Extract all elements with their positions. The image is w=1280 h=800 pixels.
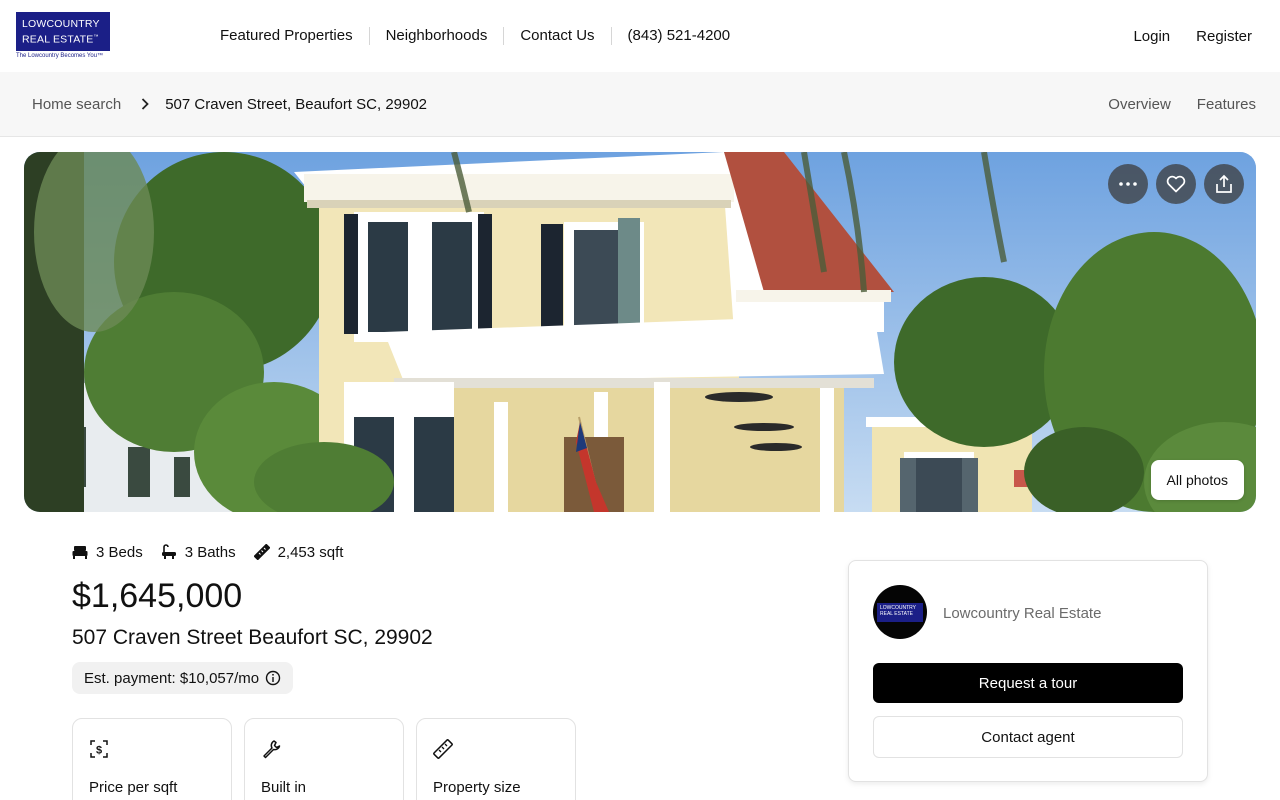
all-photos-button[interactable]: All photos (1150, 460, 1244, 500)
wrench-icon (263, 740, 281, 759)
logo-mark: LOWCOUNTRY REAL ESTATE™ (16, 12, 110, 51)
key-facts: 3 Beds 3 Baths 2,453 sqft (72, 540, 361, 564)
breadcrumb-bar: Home search 507 Craven Street, Beaufort … (0, 72, 1280, 137)
chevron-right-icon (141, 98, 149, 110)
breadcrumb-current-address: 507 Craven Street, Beaufort SC, 29902 (165, 95, 428, 113)
property-hero-photo[interactable]: All photos (24, 152, 1256, 512)
request-tour-button[interactable]: Request a tour (873, 663, 1183, 703)
built-in-card: Built in (244, 718, 404, 800)
house-photo-illustration (24, 152, 1256, 512)
built-in-label: Built in (261, 779, 307, 796)
agent-logo-line-1: LOWCOUNTRY (880, 604, 917, 611)
logo-line-2: REAL ESTATE (22, 33, 94, 46)
company-logo[interactable]: LOWCOUNTRY REAL ESTATE™ The Lowcountry B… (16, 12, 110, 59)
nav-phone-number[interactable]: (843) 521-4200 (610, 27, 747, 45)
section-link-overview[interactable]: Overview (1108, 96, 1171, 113)
contact-agent-button[interactable]: Contact agent (873, 716, 1183, 758)
sqft-fact: 2,453 sqft (253, 543, 344, 561)
beds-count: 3 Beds (96, 543, 143, 561)
save-favorite-button[interactable] (1156, 164, 1196, 204)
agent-avatar: LOWCOUNTRY REAL ESTATE (873, 585, 927, 639)
nav-featured-properties[interactable]: Featured Properties (204, 27, 369, 45)
top-navigation-bar: LOWCOUNTRY REAL ESTATE™ The Lowcountry B… (0, 0, 1280, 72)
price-per-sqft-card: $ Price per sqft (72, 718, 232, 800)
login-link[interactable]: Login (1133, 28, 1170, 45)
listing-address: 507 Craven Street Beaufort SC, 29902 (72, 626, 433, 649)
property-size-label: Property size (433, 779, 521, 796)
nav-contact-us[interactable]: Contact Us (503, 27, 610, 45)
breadcrumb-home-search[interactable]: Home search (32, 96, 121, 113)
agent-contact-panel: LOWCOUNTRY REAL ESTATE Lowcountry Real E… (848, 560, 1208, 782)
logo-tagline: The Lowcountry Becomes You™ (16, 53, 104, 59)
property-detail-cards: $ Price per sqft Built in Property size (72, 718, 576, 800)
svg-text:$: $ (96, 745, 102, 757)
dollar-tag-icon: $ (90, 740, 108, 758)
auth-links: Login Register (1133, 0, 1252, 72)
share-button[interactable] (1204, 164, 1244, 204)
logo-trademark: ™ (93, 34, 99, 40)
baths-fact: 3 Baths (161, 544, 236, 561)
share-icon (1216, 174, 1232, 193)
nav-neighborhoods[interactable]: Neighborhoods (368, 27, 504, 45)
baths-count: 3 Baths (184, 543, 236, 561)
register-link[interactable]: Register (1196, 28, 1252, 45)
breadcrumb: Home search 507 Craven Street, Beaufort … (32, 72, 427, 136)
agent-logo-line-2: REAL ESTATE (880, 610, 913, 617)
section-link-features[interactable]: Features (1197, 96, 1256, 113)
bed-icon (72, 546, 88, 559)
logo-line-1: LOWCOUNTRY (22, 18, 100, 30)
price-per-sqft-label: Price per sqft (89, 779, 178, 796)
estimated-payment-text: Est. payment: $10,057/mo (84, 669, 260, 687)
property-size-card: Property size (416, 718, 576, 800)
heart-icon (1166, 175, 1186, 193)
estimated-payment-chip[interactable]: Est. payment: $10,057/mo (72, 662, 294, 694)
beds-fact: 3 Beds (72, 544, 143, 561)
square-footage: 2,453 sqft (277, 543, 344, 561)
listing-price: $1,645,000 (72, 577, 243, 615)
bathtub-icon (161, 544, 176, 559)
info-icon[interactable] (265, 670, 281, 686)
main-nav: Featured Properties Neighborhoods Contac… (204, 0, 746, 72)
ruler-icon (433, 739, 453, 759)
more-options-icon (1119, 182, 1137, 186)
agent-logo-mark: LOWCOUNTRY REAL ESTATE (877, 602, 923, 622)
ruler-icon (253, 544, 270, 560)
more-options-button[interactable] (1108, 164, 1148, 204)
agent-name: Lowcountry Real Estate (943, 605, 1102, 622)
section-links: Overview Features (1108, 72, 1256, 136)
